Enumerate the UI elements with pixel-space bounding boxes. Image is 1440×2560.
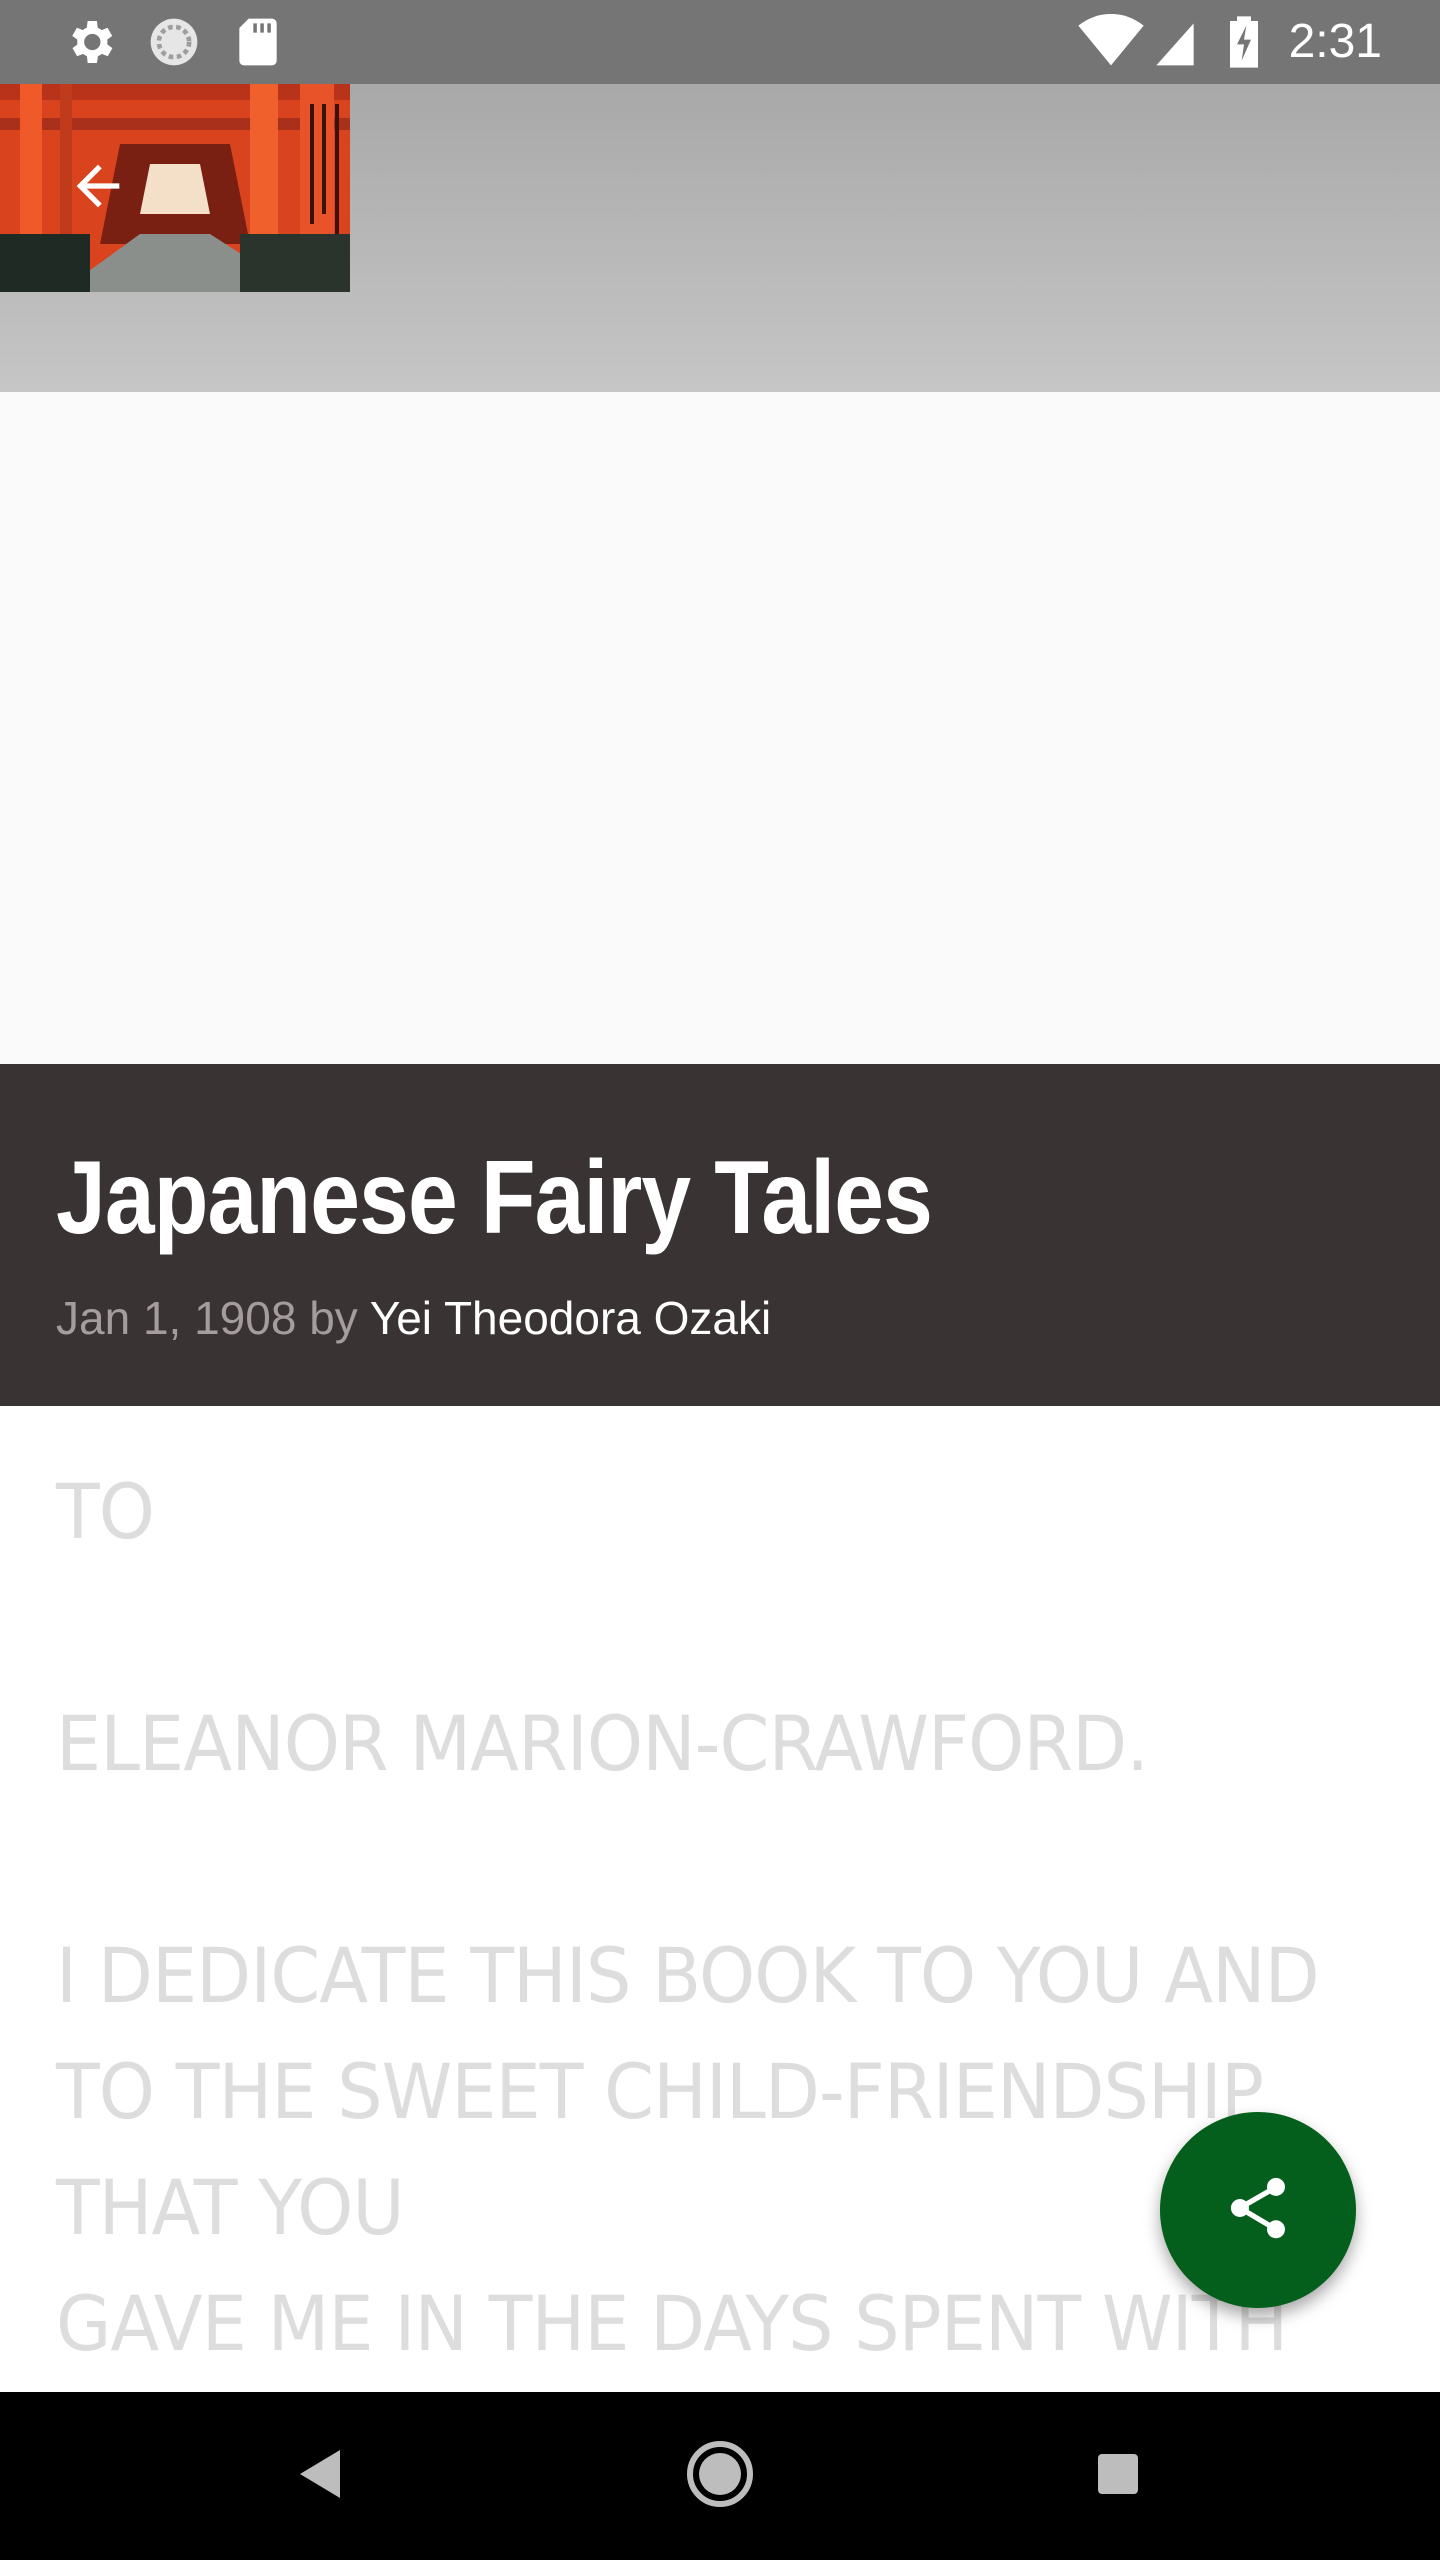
content-line: TO THE SWEET CHILD-FRIENDSHIP xyxy=(56,2047,1264,2136)
nav-home-button[interactable] xyxy=(678,2434,762,2518)
status-time: 2:31 xyxy=(1288,15,1382,68)
home-circle-icon xyxy=(686,2440,754,2513)
content-line: THAT YOU xyxy=(56,2163,405,2252)
content-line: GAVE ME IN THE DAYS SPENT WITH xyxy=(56,2279,1288,2368)
content-line: TO xyxy=(56,1467,155,1556)
battery-charging-icon xyxy=(1222,14,1266,70)
sync-icon xyxy=(146,14,202,70)
content-line: I DEDICATE THIS BOOK TO YOU AND xyxy=(56,1931,1320,2020)
by-label: by xyxy=(309,1292,358,1344)
book-cover-image xyxy=(0,84,350,292)
share-icon xyxy=(1222,2172,1294,2249)
sd-card-icon xyxy=(230,14,286,70)
wifi-icon xyxy=(1076,13,1146,70)
settings-icon xyxy=(62,14,118,70)
book-meta: Jan 1, 1908 by Yei Theodora Ozaki xyxy=(56,1290,771,1346)
arrow-back-icon xyxy=(66,154,130,223)
back-triangle-icon xyxy=(296,2448,344,2505)
back-button[interactable] xyxy=(56,146,140,230)
author-name[interactable]: Yei Theodora Ozaki xyxy=(370,1292,772,1344)
cell-signal-icon xyxy=(1150,14,1200,70)
share-button[interactable] xyxy=(1160,2112,1356,2308)
status-bar: 2:31 xyxy=(0,0,1440,84)
publish-date: Jan 1, 1908 xyxy=(56,1292,297,1344)
system-nav-bar xyxy=(0,2392,1440,2560)
nav-back-button[interactable] xyxy=(278,2434,362,2518)
nav-recents-button[interactable] xyxy=(1076,2434,1160,2518)
content-line: ELEANOR MARION-CRAWFORD. xyxy=(56,1699,1149,1788)
content-spacer xyxy=(0,392,1440,1064)
book-content: TO ELEANOR MARION-CRAWFORD. I DEDICATE T… xyxy=(56,1454,1320,2382)
book-title: Japanese Fairy Tales xyxy=(56,1140,933,1256)
recents-square-icon xyxy=(1096,2452,1140,2501)
